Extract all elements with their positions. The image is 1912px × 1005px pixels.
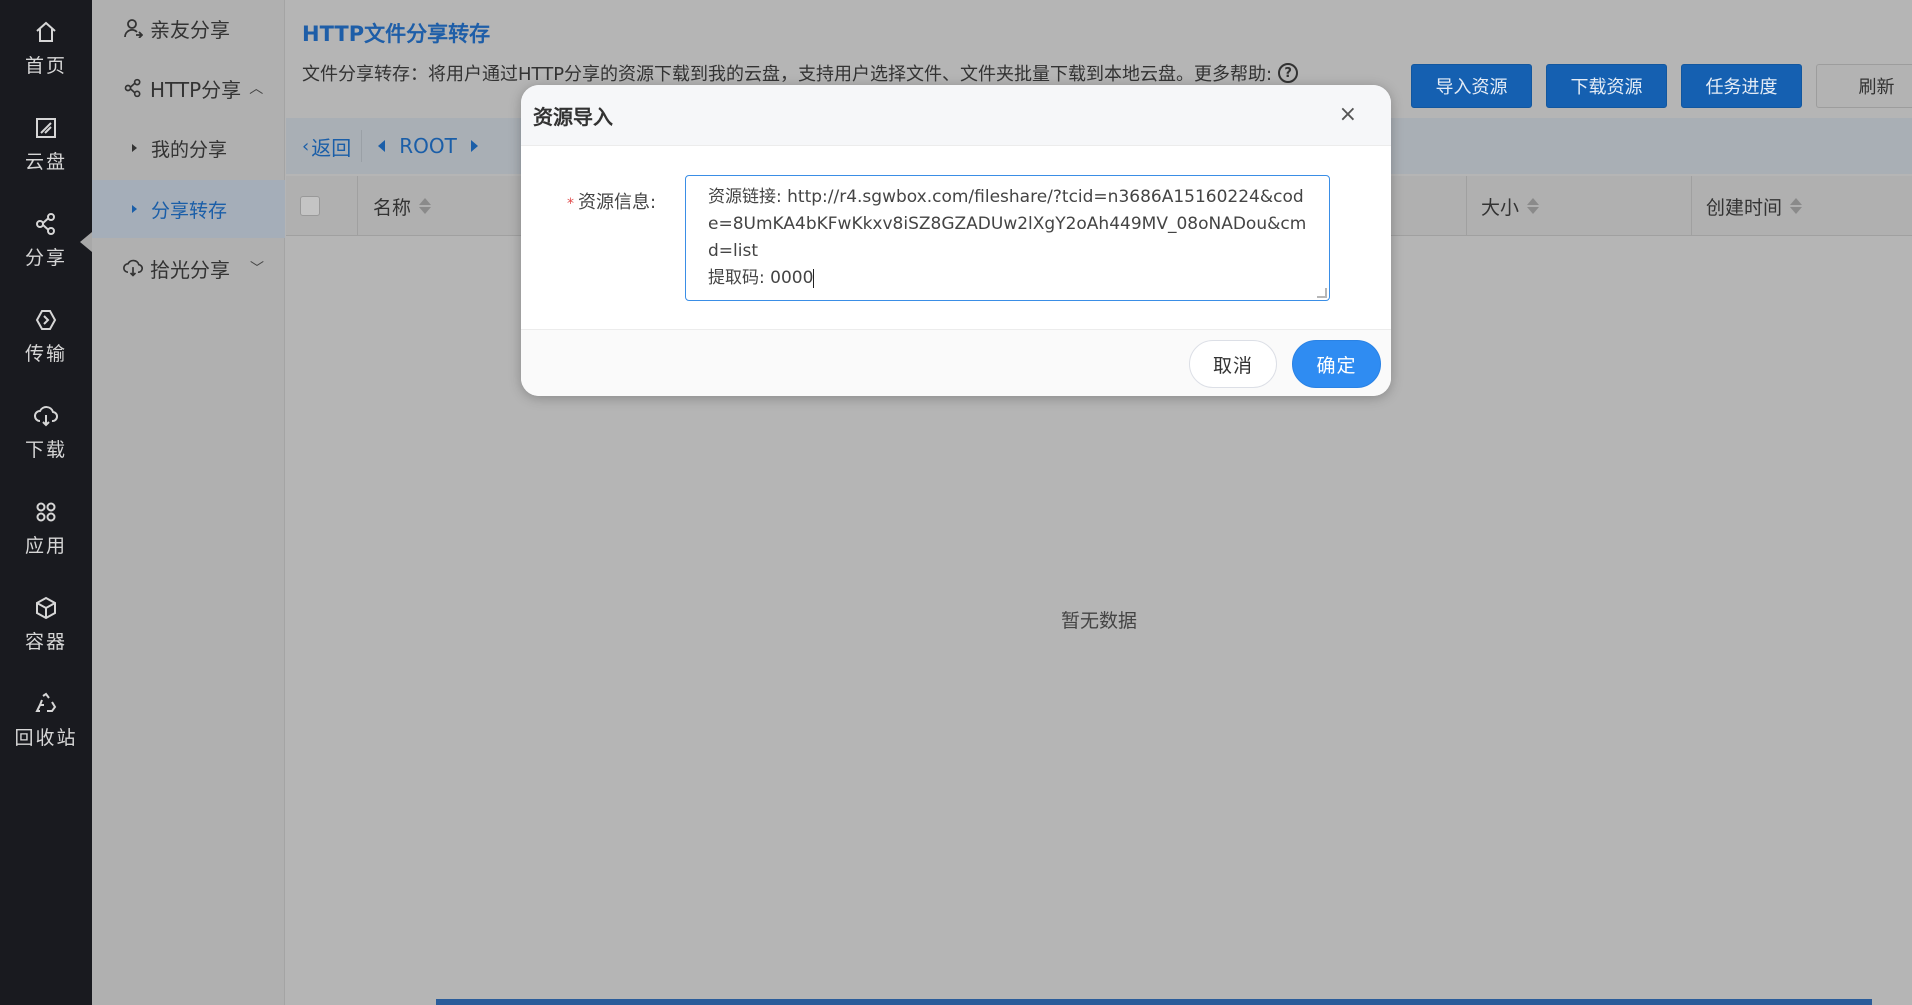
sidebar-item-share-transfer[interactable]: 分享转存 [92, 180, 285, 238]
download-resource-button[interactable]: 下载资源 [1546, 64, 1667, 108]
column-divider [357, 176, 358, 236]
nav-home[interactable]: 首页 [0, 8, 92, 88]
path-prev-icon[interactable] [378, 140, 386, 152]
back-link-label: 返回 [311, 135, 352, 160]
nav-transfer[interactable]: 传输 [0, 296, 92, 376]
empty-state: 暂无数据 [1060, 610, 1137, 632]
share-sidebar: 亲友分享 HTTP分享 ︿ 我的分享 分享转存 拾光分享 ﹀ [92, 0, 285, 1005]
chevron-down-icon: ﹀ [250, 261, 264, 277]
textarea-line-code-row: 提取码: 0000 [708, 265, 1307, 292]
path-next-icon[interactable] [470, 140, 478, 152]
nav-share[interactable]: 分享 [0, 200, 92, 280]
sidebar-item-shiguang[interactable]: 拾光分享 ﹀ [92, 240, 285, 296]
column-name-label: 名称 [373, 196, 412, 219]
column-name[interactable]: 名称 [373, 176, 432, 236]
resource-info-textarea[interactable]: 资源链接: http://r4.sgwbox.com/fileshare/?tc… [685, 175, 1330, 301]
select-all-checkbox[interactable] [300, 196, 320, 216]
sidebar-item-http-label: HTTP分享 [150, 77, 242, 102]
apps-icon [33, 499, 59, 525]
dialog-title: 资源导入 [533, 104, 613, 129]
sidebar-item-friends[interactable]: 亲友分享 [92, 0, 285, 56]
select-all-checkbox-cell [300, 176, 320, 236]
column-created[interactable]: 创建时间 [1706, 176, 1803, 236]
nav-download-label: 下载 [24, 438, 67, 461]
share-icon [122, 77, 144, 99]
transfer-icon [33, 307, 59, 333]
column-created-label: 创建时间 [1706, 196, 1783, 219]
bullet-icon [132, 205, 137, 213]
sidebar-item-my-share-label: 我的分享 [151, 138, 228, 161]
sidebar-item-share-transfer-label: 分享转存 [151, 199, 228, 222]
home-icon [33, 19, 59, 45]
text-caret [813, 268, 815, 288]
path-separator [361, 130, 363, 162]
chevron-up-icon: ︿ [249, 81, 264, 97]
nav-disk[interactable]: 云盘 [0, 104, 92, 184]
sidebar-item-http[interactable]: HTTP分享 ︿ [92, 60, 285, 116]
page-description-text: 文件分享转存：将用户通过HTTP分享的资源下载到我的云盘，支持用户选择文件、文件… [302, 64, 1273, 85]
recycle-icon [33, 691, 59, 717]
nav-apps-label: 应用 [24, 534, 67, 557]
resource-info-label: * 资源信息: [567, 188, 656, 214]
import-resource-dialog: 资源导入 × * 资源信息: 资源链接: http://r4.sgwbox.com… [521, 85, 1391, 396]
column-size[interactable]: 大小 [1481, 176, 1540, 236]
column-size-label: 大小 [1481, 196, 1520, 219]
sidebar-item-my-share[interactable]: 我的分享 [92, 120, 285, 176]
resource-info-label-text: 资源信息: [578, 192, 657, 213]
page-title: HTTP文件分享转存 [302, 22, 491, 46]
nav-recycle[interactable]: 回收站 [0, 680, 92, 760]
nav-container[interactable]: 容器 [0, 584, 92, 664]
nav-apps[interactable]: 应用 [0, 488, 92, 568]
chevron-left-icon: ‹ [302, 135, 310, 157]
refresh-button[interactable]: 刷新 [1816, 64, 1912, 108]
import-resource-button[interactable]: 导入资源 [1411, 64, 1532, 108]
close-icon[interactable]: × [1339, 104, 1357, 126]
back-link[interactable]: ‹ 返回 [302, 132, 351, 161]
column-divider [1691, 176, 1692, 236]
dialog-footer: 取消 确定 [521, 329, 1391, 396]
breadcrumb-root[interactable]: ROOT [399, 134, 457, 158]
required-marker: * [567, 196, 574, 212]
nav-download[interactable]: 下载 [0, 392, 92, 472]
nav-container-label: 容器 [24, 630, 67, 653]
confirm-button[interactable]: 确定 [1292, 340, 1381, 388]
nav-recycle-label: 回收站 [14, 726, 78, 749]
disk-icon [33, 115, 59, 141]
page-description: 文件分享转存：将用户通过HTTP分享的资源下载到我的云盘，支持用户选择文件、文件… [302, 60, 1299, 86]
textarea-line-link: 资源链接: http://r4.sgwbox.com/fileshare/?tc… [708, 187, 1307, 261]
column-divider [1466, 176, 1467, 236]
sort-icon[interactable] [1527, 198, 1540, 214]
sort-icon[interactable] [419, 198, 432, 214]
dialog-header: 资源导入 [521, 85, 1391, 146]
share-icon [33, 211, 59, 237]
user-share-icon [122, 17, 144, 39]
sort-icon[interactable] [1790, 198, 1803, 214]
nav-home-label: 首页 [24, 54, 67, 77]
sidebar-item-shiguang-label: 拾光分享 [150, 257, 230, 282]
cloud-download-icon [122, 257, 144, 279]
bullet-icon [132, 144, 137, 152]
cancel-button[interactable]: 取消 [1189, 340, 1277, 388]
nav-transfer-label: 传输 [24, 342, 67, 365]
left-nav: 首页 云盘 分享 传输 下载 应用 容器 回收站 [0, 0, 92, 1005]
nav-disk-label: 云盘 [24, 150, 67, 173]
help-icon[interactable]: ? [1278, 63, 1299, 83]
textarea-line-code: 提取码: 0000 [708, 268, 814, 288]
resize-grip-icon[interactable] [1317, 288, 1327, 298]
download-icon [33, 403, 59, 429]
task-progress-button[interactable]: 任务进度 [1681, 64, 1802, 108]
container-icon [33, 595, 59, 621]
taskbar-strip [436, 999, 1872, 1005]
nav-share-label: 分享 [24, 246, 67, 269]
sidebar-item-friends-label: 亲友分享 [150, 17, 230, 42]
